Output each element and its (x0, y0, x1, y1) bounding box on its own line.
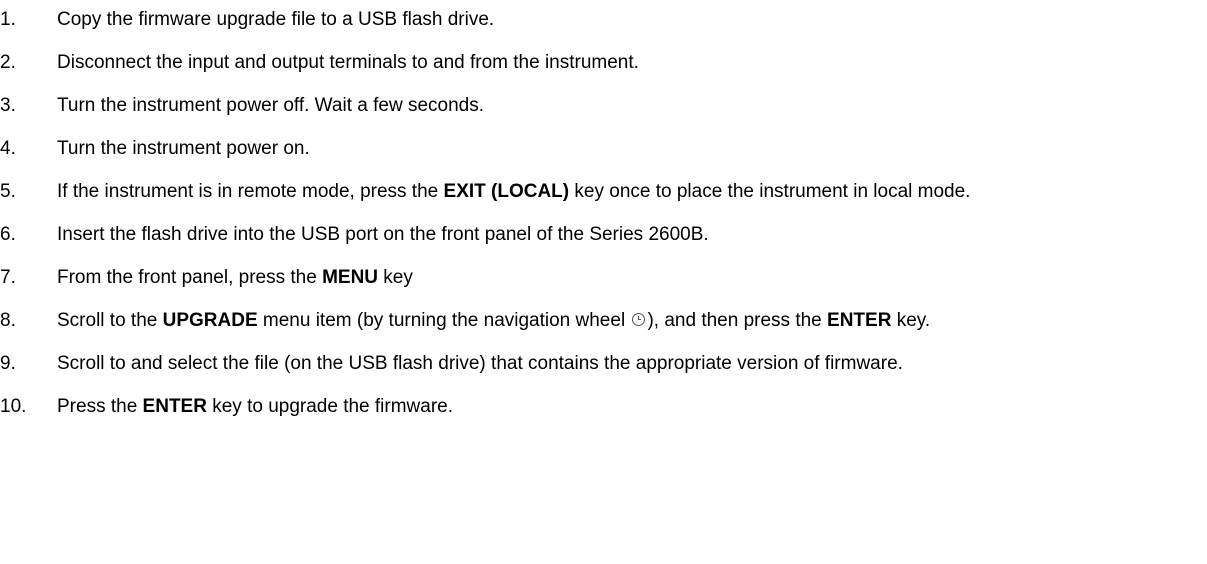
step-8: 8. Scroll to the UPGRADE menu item (by tu… (0, 305, 1207, 337)
step-5: 5. If the instrument is in remote mode, p… (0, 176, 1207, 208)
menu-item-upgrade: UPGRADE (162, 310, 258, 331)
step-number: 6. (0, 224, 16, 245)
step-number: 10. (0, 396, 27, 417)
key-name-enter: ENTER (142, 396, 207, 417)
step-number: 7. (0, 267, 16, 288)
navigation-wheel-icon (632, 312, 646, 326)
step-4: 4. Turn the instrument power on. (0, 133, 1207, 165)
step-number: 5. (0, 181, 16, 202)
step-text: menu item (by turning the navigation whe… (257, 310, 631, 331)
step-text: Scroll to and select the file (on the US… (57, 353, 903, 374)
step-10: 10. Press the ENTER key to upgrade the fi… (0, 391, 1207, 423)
step-text: Turn the instrument power on. (57, 138, 310, 159)
step-text: Press the (57, 396, 143, 417)
step-text: Scroll to the (57, 310, 163, 331)
step-text: Copy the firmware upgrade file to a USB … (57, 9, 495, 30)
step-text: From the front panel, press the (57, 267, 323, 288)
step-number: 3. (0, 95, 16, 116)
key-name-enter: ENTER (827, 310, 892, 331)
step-number: 2. (0, 52, 16, 73)
step-text: key (378, 267, 413, 288)
step-text: key. (891, 310, 931, 331)
step-7: 7. From the front panel, press the MENU k… (0, 262, 1207, 294)
step-number: 8. (0, 310, 16, 331)
step-text: Insert the flash drive into the USB port… (57, 224, 709, 245)
key-name-menu: MENU (322, 267, 379, 288)
step-number: 1. (0, 9, 16, 30)
step-text: key to upgrade the firmware. (206, 396, 454, 417)
step-2: 2. Disconnect the input and output termin… (0, 47, 1207, 79)
step-text: Turn the instrument power off. Wait a fe… (57, 95, 484, 116)
step-text: key once to place the instrument in loca… (569, 181, 971, 202)
step-9: 9. Scroll to and select the file (on the … (0, 348, 1207, 380)
step-number: 9. (0, 353, 16, 374)
step-1: 1. Copy the firmware upgrade file to a US… (0, 4, 1207, 36)
key-name-exit-local: EXIT (LOCAL) (443, 181, 570, 202)
procedure-steps: 1. Copy the firmware upgrade file to a US… (0, 4, 1207, 423)
step-text: If the instrument is in remote mode, pre… (57, 181, 444, 202)
step-text: ), and then press the (647, 310, 828, 331)
step-6: 6. Insert the flash drive into the USB po… (0, 219, 1207, 251)
step-number: 4. (0, 138, 16, 159)
step-3: 3. Turn the instrument power off. Wait a … (0, 90, 1207, 122)
step-text: Disconnect the input and output terminal… (57, 52, 639, 73)
document: 1. Copy the firmware upgrade file to a US… (0, 0, 1207, 564)
